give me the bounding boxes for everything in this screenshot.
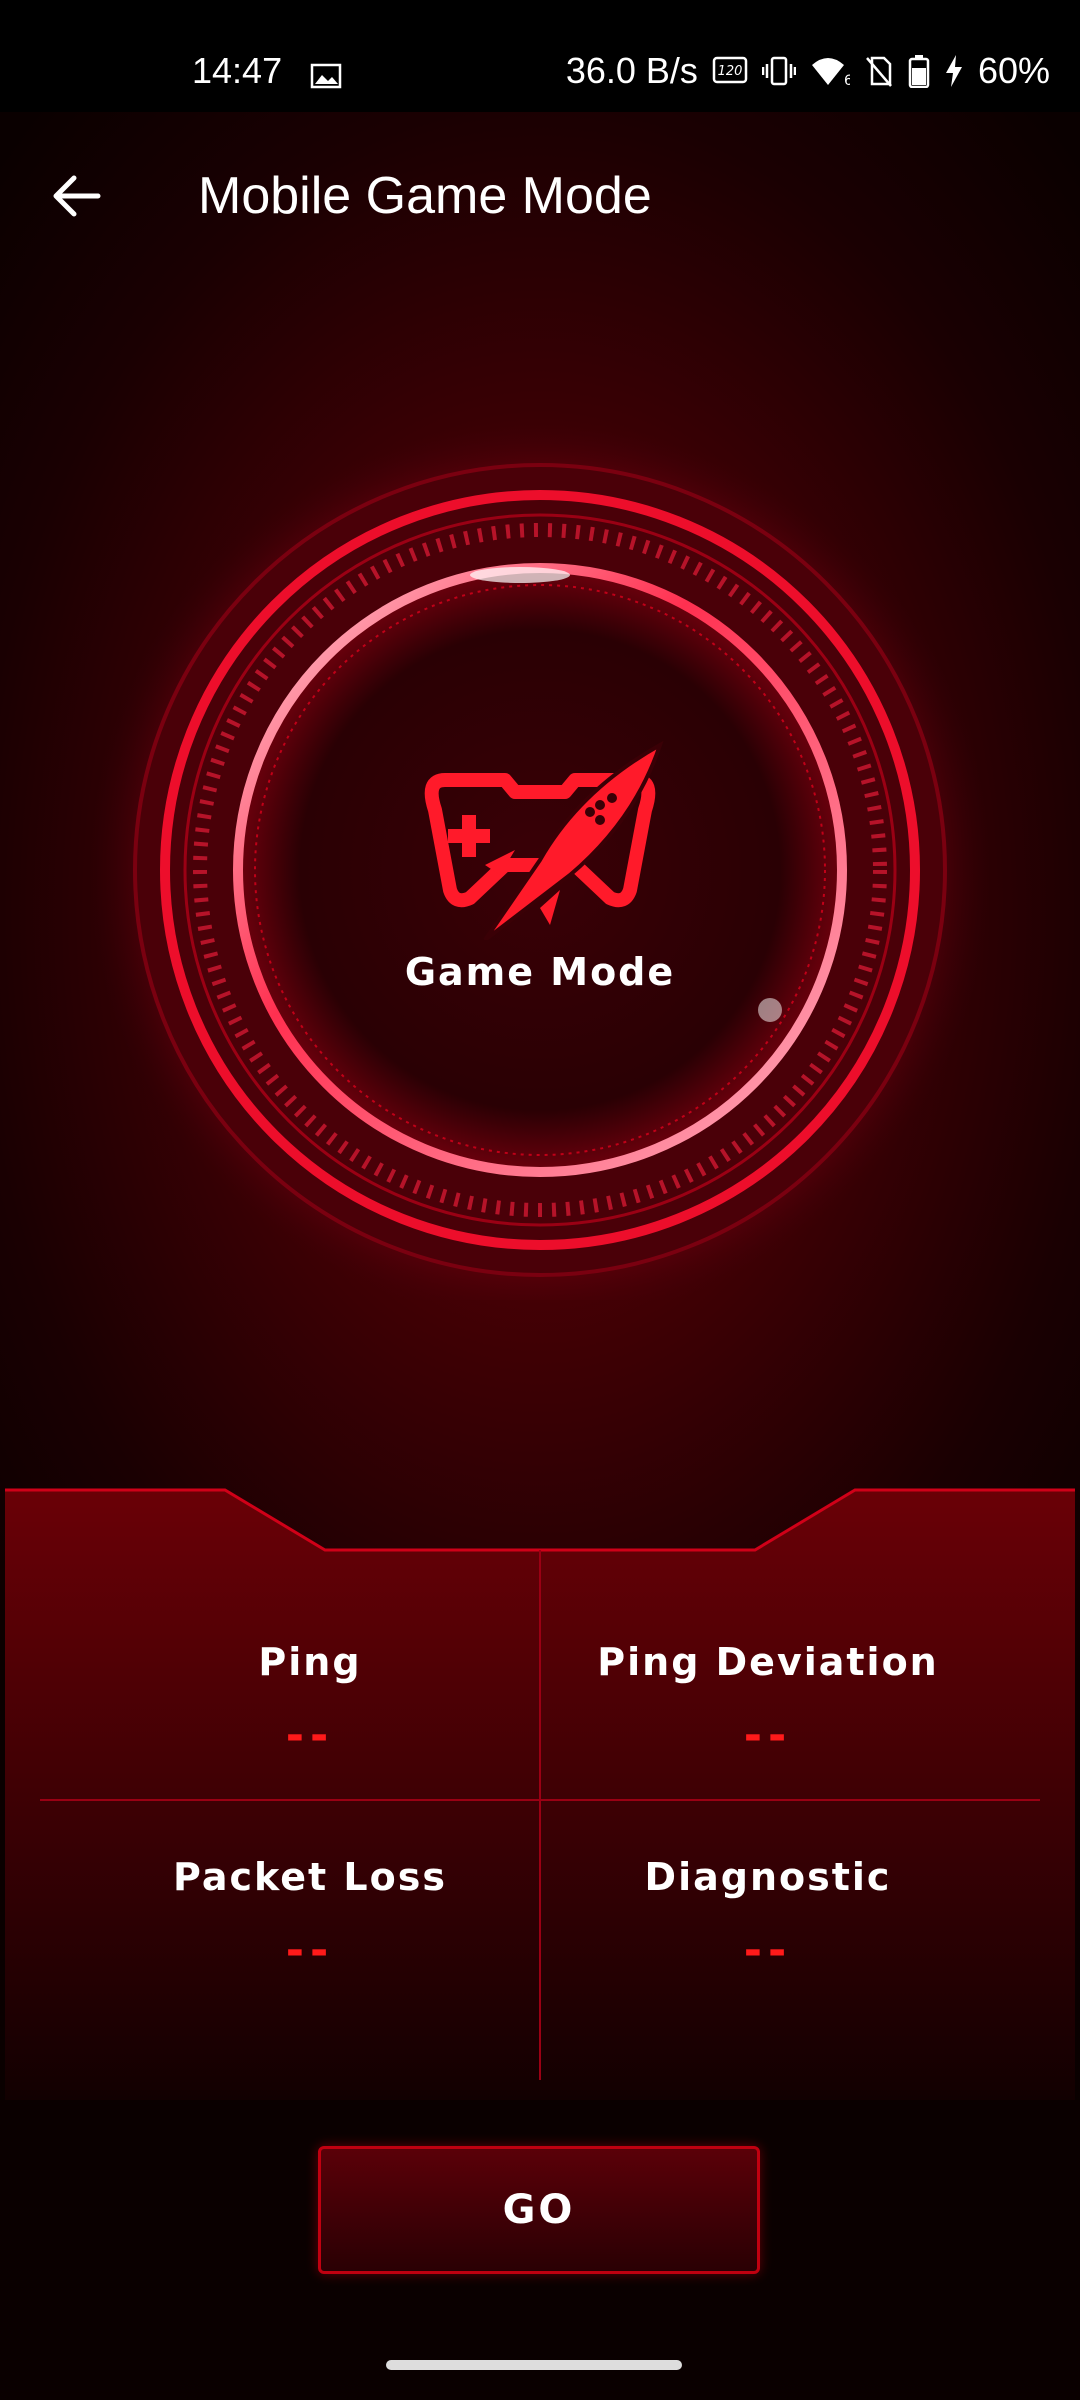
stat-label-ping: Ping (258, 1640, 362, 1684)
panel-frame (5, 1488, 1075, 2100)
game-mode-label: Game Mode (404, 950, 676, 994)
vibrate-icon (761, 55, 796, 87)
network-stats-panel: Ping -- Ping Deviation -- Packet Loss --… (0, 1480, 1080, 2100)
page-title: Mobile Game Mode (198, 167, 652, 225)
wifi-6-icon: 6 (810, 55, 850, 87)
back-button[interactable] (40, 160, 112, 232)
stat-value-ping: -- (285, 1710, 335, 1761)
net-speed: 36.0 B/s (565, 50, 698, 91)
stat-value-diagnostic: -- (743, 1925, 793, 1976)
stat-value-ping-deviation: -- (743, 1710, 793, 1761)
home-indicator[interactable] (386, 2360, 682, 2370)
stat-label-diagnostic: Diagnostic (644, 1855, 892, 1899)
gallery-icon (310, 56, 342, 89)
charging-icon (944, 54, 964, 88)
battery-icon (908, 54, 930, 88)
status-indicators: 36.0 B/s 120 6 60% (566, 50, 1050, 92)
stat-label-ping-deviation: Ping Deviation (597, 1640, 939, 1684)
stat-value-packet-loss: -- (285, 1925, 335, 1976)
refresh-120hz-icon: 120 (712, 55, 748, 87)
game-mode-screen: 14:47 36.0 B/s 120 6 60% Mobile Game Mod… (0, 0, 1080, 2400)
no-sim-icon (864, 55, 894, 87)
game-rocket-icon (424, 740, 664, 940)
svg-text:6: 6 (844, 73, 850, 87)
svg-text:120: 120 (718, 64, 743, 79)
go-button[interactable]: GO (318, 2146, 760, 2274)
battery-percent: 60% (977, 50, 1050, 91)
status-bar: 14:47 36.0 B/s 120 6 60% (0, 0, 1080, 112)
status-time: 14:47 (192, 50, 283, 91)
stat-label-packet-loss: Packet Loss (173, 1855, 447, 1899)
arrow-left-icon (53, 175, 101, 217)
game-mode-toggle[interactable] (90, 400, 990, 1320)
